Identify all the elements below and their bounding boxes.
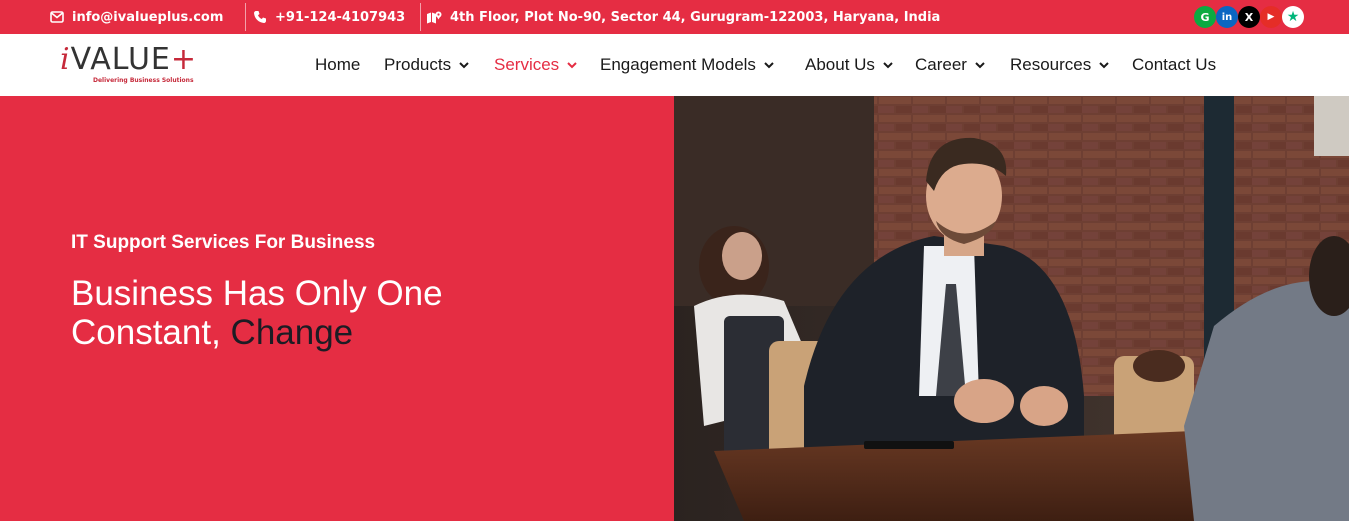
email-text: info@ivalueplus.com xyxy=(72,9,224,25)
logo-tagline: Delivering Business Solutions xyxy=(93,77,194,84)
logo-wordmark: iVALUE+ xyxy=(60,42,198,77)
hero-photo-illustration xyxy=(674,96,1349,521)
nav-career[interactable]: Career xyxy=(915,34,985,96)
nav-products[interactable]: Products xyxy=(384,34,469,96)
email-link[interactable]: info@ivalueplus.com xyxy=(50,0,223,34)
chevron-down-icon xyxy=(1099,61,1109,69)
address-link[interactable]: 4th Floor, Plot No-90, Sector 44, Gurugr… xyxy=(426,0,940,34)
nav-contact-us[interactable]: Contact Us xyxy=(1132,34,1216,96)
hero-title: Business Has Only One Constant, Change xyxy=(71,274,443,352)
company-logo[interactable]: iVALUE+ Delivering Business Solutions xyxy=(60,42,230,90)
chevron-down-icon xyxy=(567,61,577,69)
x-twitter-icon[interactable]: X xyxy=(1238,6,1260,28)
nav-home[interactable]: Home xyxy=(315,34,360,96)
main-navbar: iVALUE+ Delivering Business Solutions Ho… xyxy=(0,34,1349,96)
address-text: 4th Floor, Plot No-90, Sector 44, Gurugr… xyxy=(450,9,941,25)
hero-photo-business-meeting xyxy=(674,96,1349,521)
top-contact-bar: info@ivalueplus.com +91-124-4107943 4th … xyxy=(0,0,1349,34)
chevron-down-icon xyxy=(764,61,774,69)
chevron-down-icon xyxy=(883,61,893,69)
chevron-down-icon xyxy=(975,61,985,69)
linkedin-icon[interactable]: in xyxy=(1216,6,1238,28)
youtube-icon[interactable]: ▶ xyxy=(1260,6,1282,28)
divider xyxy=(420,3,421,31)
nav-resources[interactable]: Resources xyxy=(1010,34,1109,96)
trustpilot-icon[interactable]: ★ xyxy=(1282,6,1304,28)
hero-title-highlight: Change xyxy=(230,313,354,352)
chevron-down-icon xyxy=(459,61,469,69)
envelope-icon xyxy=(50,11,64,23)
nav-services[interactable]: Services xyxy=(494,34,577,96)
map-marker-icon xyxy=(426,10,442,24)
nav-engagement-models[interactable]: Engagement Models xyxy=(600,34,774,96)
divider xyxy=(245,3,246,31)
nav-about-us[interactable]: About Us xyxy=(805,34,893,96)
hero-subtitle: IT Support Services For Business xyxy=(71,232,376,253)
hero-text-panel: IT Support Services For Business Busines… xyxy=(0,96,674,521)
phone-icon xyxy=(253,10,267,24)
phone-link[interactable]: +91-124-4107943 xyxy=(253,0,405,34)
glassdoor-icon[interactable]: G xyxy=(1194,6,1216,28)
phone-text: +91-124-4107943 xyxy=(275,9,406,25)
